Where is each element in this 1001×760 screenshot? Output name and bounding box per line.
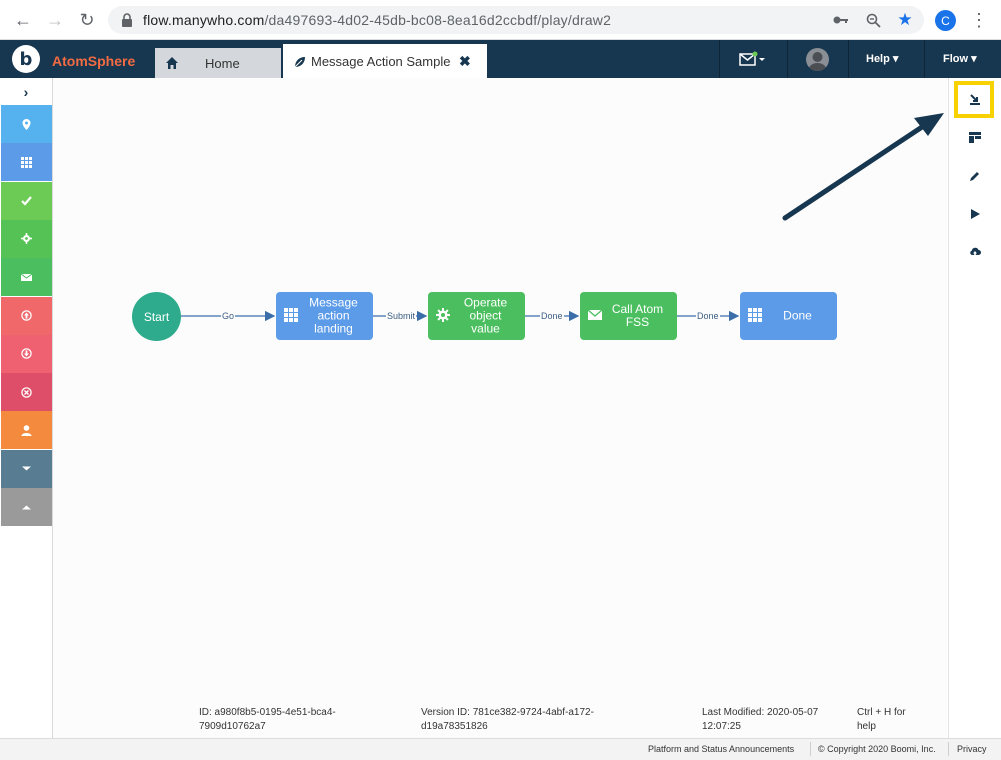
lock-icon bbox=[122, 13, 132, 27]
gear-icon bbox=[436, 308, 450, 322]
back-arrow-icon[interactable]: ← bbox=[12, 9, 34, 31]
element-palette: › bbox=[0, 78, 53, 758]
version-id-text: Version ID: 781ce382-9724-4abf-a172-d19a… bbox=[421, 707, 594, 732]
help-menu[interactable]: Help ▾ bbox=[866, 52, 898, 65]
privacy-link[interactable]: Privacy bbox=[957, 744, 987, 754]
highlight-box bbox=[954, 81, 994, 118]
divider bbox=[787, 40, 788, 78]
help-label: Help bbox=[866, 53, 890, 65]
map-pin-icon bbox=[22, 118, 31, 130]
flow-node-page[interactable]: Done bbox=[740, 292, 837, 340]
envelope-icon bbox=[21, 273, 32, 281]
flow-node-label: Done bbox=[783, 308, 812, 323]
grid-icon bbox=[21, 156, 32, 168]
address-bar[interactable]: flow.manywho.com/da497693-4d02-45db-bc08… bbox=[108, 6, 924, 34]
announcements-link[interactable]: Platform and Status Announcements bbox=[648, 744, 794, 754]
edit-tool-button[interactable] bbox=[949, 163, 1001, 189]
profile-avatar[interactable]: C bbox=[935, 10, 956, 31]
flow-node-message[interactable]: Call Atom FSS bbox=[580, 292, 677, 340]
chevron-down-icon bbox=[22, 466, 31, 471]
browser-menu-icon[interactable]: ⋮ bbox=[970, 10, 988, 30]
divider bbox=[948, 742, 949, 756]
leaf-icon bbox=[294, 57, 305, 68]
envelope-icon bbox=[739, 51, 765, 66]
boomi-logo: b bbox=[12, 45, 40, 73]
divider bbox=[848, 40, 849, 78]
notifications-button[interactable] bbox=[720, 40, 786, 78]
chevron-up-icon bbox=[22, 505, 31, 509]
user-icon bbox=[21, 425, 32, 436]
flow-node-operator[interactable]: Operate object value bbox=[428, 292, 525, 340]
close-tab-icon[interactable]: ✖ bbox=[459, 53, 471, 70]
palette-item-decision[interactable] bbox=[1, 181, 52, 220]
expand-palette-chevron-icon[interactable]: › bbox=[0, 78, 52, 105]
palette-item-database-delete[interactable] bbox=[1, 373, 52, 412]
start-node[interactable]: Start bbox=[132, 292, 181, 341]
flow-canvas[interactable] bbox=[53, 78, 947, 738]
app-header: b AtomSphere Home Message Action Sample … bbox=[0, 40, 1001, 78]
palette-item-database-load[interactable] bbox=[1, 334, 52, 373]
caret-down-icon: ▾ bbox=[971, 53, 977, 65]
palette-item-swimlane[interactable] bbox=[1, 411, 52, 450]
flow-id-text: ID: a980f8b5-0195-4e51-bca4-7909d10762a7 bbox=[199, 707, 336, 732]
reload-icon[interactable]: ↻ bbox=[76, 9, 98, 31]
flow-node-label: Operate object value bbox=[463, 295, 508, 336]
caret-down-icon: ▾ bbox=[892, 53, 899, 65]
palette-item-operator[interactable] bbox=[1, 219, 52, 258]
status-bar: Platform and Status Announcements © Copy… bbox=[0, 738, 1001, 760]
url-path: /da497693-4d02-45db-bc08-8ea16d2ccbdf/pl… bbox=[264, 12, 612, 28]
shortcut-help-text: Ctrl + H for help bbox=[857, 707, 906, 732]
tools-sidebar bbox=[948, 78, 1001, 738]
check-icon bbox=[21, 196, 32, 206]
properties-tool-button[interactable] bbox=[949, 124, 1001, 150]
tab-active-label: Message Action Sample bbox=[311, 54, 451, 69]
tab-message-action-sample[interactable]: Message Action Sample ✖ bbox=[283, 44, 487, 78]
divider bbox=[810, 742, 811, 756]
flow-menu[interactable]: Flow ▾ bbox=[943, 52, 977, 65]
grid-icon bbox=[284, 308, 298, 322]
palette-item-more[interactable] bbox=[1, 449, 52, 488]
layout-icon bbox=[969, 132, 981, 143]
publish-tool-button[interactable] bbox=[949, 239, 1001, 265]
forward-arrow-icon[interactable]: → bbox=[44, 9, 66, 31]
tab-home-label: Home bbox=[205, 56, 240, 71]
browser-toolbar: ← → ↻ flow.manywho.com/da497693-4d02-45d… bbox=[0, 0, 1001, 40]
edge-label-submit[interactable]: Submit bbox=[386, 311, 417, 321]
palette-item-less[interactable] bbox=[1, 488, 52, 526]
flow-label: Flow bbox=[943, 53, 969, 65]
palette-item-database-save[interactable] bbox=[1, 296, 52, 335]
flow-node-page[interactable]: Message action landing bbox=[276, 292, 373, 340]
palette-item-page[interactable] bbox=[1, 143, 52, 182]
url-text: flow.manywho.com/da497693-4d02-45db-bc08… bbox=[143, 12, 611, 28]
palette-item-location[interactable] bbox=[1, 105, 52, 143]
edge-label-done[interactable]: Done bbox=[696, 311, 720, 321]
palette-item-message[interactable] bbox=[1, 258, 52, 297]
edge-label-go[interactable]: Go bbox=[221, 311, 236, 321]
edge-label-done[interactable]: Done bbox=[540, 311, 564, 321]
run-tool-button[interactable] bbox=[949, 201, 1001, 227]
copyright-text: © Copyright 2020 Boomi, Inc. bbox=[818, 744, 936, 754]
flow-node-label: Call Atom FSS bbox=[611, 302, 664, 329]
delete-icon bbox=[21, 386, 32, 398]
play-icon bbox=[971, 209, 980, 219]
flow-node-label: Message action landing bbox=[309, 295, 358, 336]
key-icon[interactable] bbox=[832, 11, 850, 29]
home-icon bbox=[166, 57, 178, 69]
divider bbox=[924, 40, 925, 78]
grid-icon bbox=[748, 308, 762, 322]
zoom-icon[interactable] bbox=[864, 11, 882, 29]
download-icon bbox=[21, 348, 32, 360]
url-host: flow.manywho.com bbox=[143, 12, 265, 28]
envelope-icon bbox=[588, 309, 602, 320]
gear-icon bbox=[21, 233, 32, 245]
pencil-icon bbox=[970, 172, 979, 181]
tab-home[interactable]: Home bbox=[155, 48, 281, 78]
user-avatar[interactable] bbox=[806, 48, 829, 71]
bookmark-star-icon[interactable]: ★ bbox=[896, 10, 914, 29]
upload-icon bbox=[21, 310, 32, 321]
cloud-upload-icon bbox=[970, 247, 981, 257]
last-modified-text: Last Modified: 2020-05-07 12:07:25 bbox=[702, 707, 819, 732]
brand-name: AtomSphere bbox=[52, 53, 136, 69]
